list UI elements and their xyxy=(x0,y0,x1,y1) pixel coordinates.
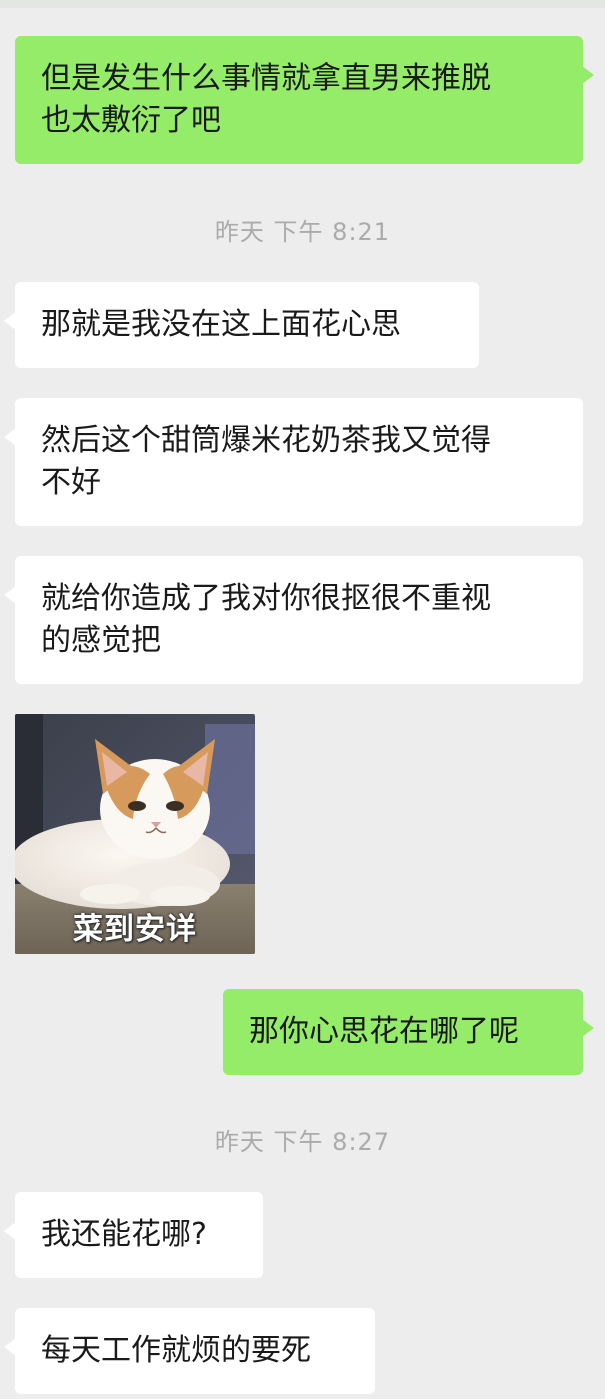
sticker-caption: 菜到安详 xyxy=(73,912,197,947)
message-bubble-received[interactable]: 我还能花哪? xyxy=(4,1192,263,1278)
message-bubble-received[interactable]: 每天工作就烦的要死 xyxy=(4,1308,375,1394)
message-timestamp: 昨天 下午 8:21 xyxy=(214,218,391,246)
message-bubble-sent[interactable]: 但是发生什么事情就拿直男来推脱 也太敷衍了吧 xyxy=(15,36,594,164)
cat-sticker-image[interactable]: 菜到安详 xyxy=(15,714,255,954)
message-bubble-received[interactable]: 就给你造成了我对你很抠很不重视 的感觉把 xyxy=(4,556,583,684)
message-bubble-received[interactable]: 然后这个甜筒爆米花奶茶我又觉得 不好 xyxy=(4,398,583,526)
message-timestamp: 昨天 下午 8:27 xyxy=(214,1128,391,1156)
top-divider xyxy=(0,0,605,8)
message-bubble-sent[interactable]: 那你心思花在哪了呢 xyxy=(223,989,594,1075)
message-bubble-received[interactable]: 那就是我没在这上面花心思 xyxy=(4,282,479,368)
